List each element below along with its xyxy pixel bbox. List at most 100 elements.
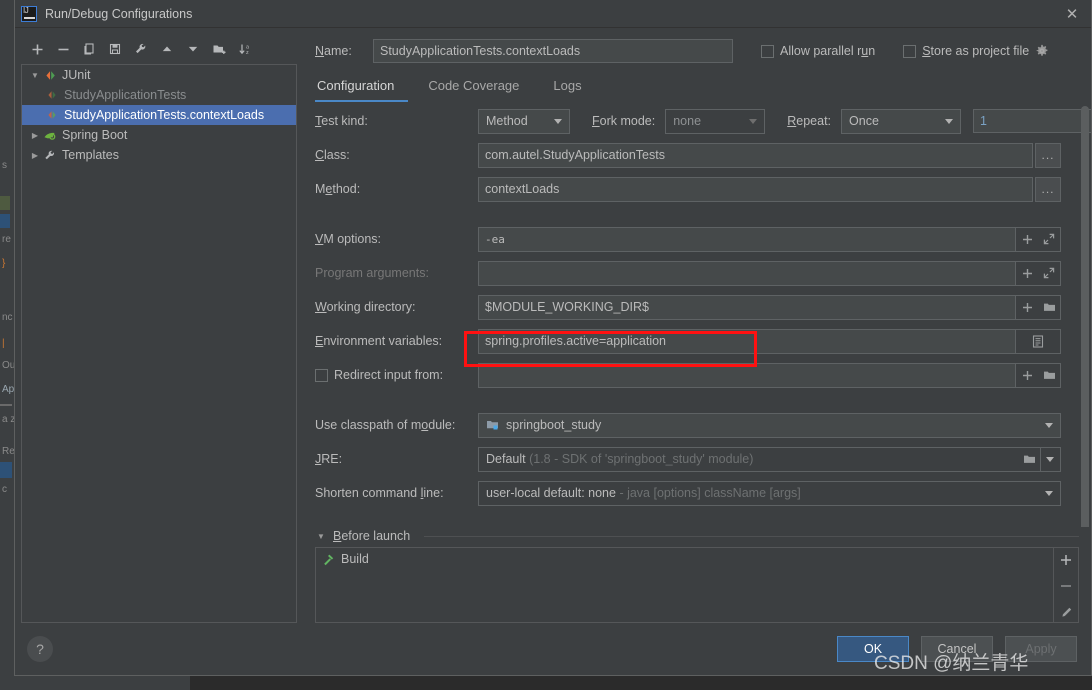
jre-value-hint: (1.8 - SDK of 'springboot_study' module): [529, 452, 754, 466]
edit-task-pencil-icon[interactable]: [1055, 602, 1077, 622]
before-launch-task-build[interactable]: Build: [316, 549, 1053, 569]
tree-node-junit[interactable]: ▼ JUnit: [22, 65, 296, 85]
form-scrollbar[interactable]: [1081, 106, 1089, 527]
redirect-input-actions: [1016, 362, 1061, 388]
expand-arrow-down-icon[interactable]: ▼: [28, 71, 42, 80]
remove-task-button[interactable]: [1055, 576, 1077, 596]
build-hammer-icon: [322, 553, 335, 566]
expand-arrow-down-icon[interactable]: ▼: [315, 532, 327, 541]
jre-label: JRE:: [315, 452, 343, 466]
jre-row: JRE: Default (1.8 - SDK of 'springboot_s…: [315, 446, 1061, 472]
before-launch-task-list[interactable]: Build: [315, 547, 1053, 623]
class-browse-button[interactable]: ...: [1035, 142, 1061, 168]
jre-dropdown[interactable]: Default (1.8 - SDK of 'springboot_study'…: [478, 446, 1061, 472]
junit-test-icon: [44, 89, 60, 101]
scrollbar-thumb[interactable]: [1081, 106, 1089, 527]
ide-edge-fragment: [0, 404, 12, 406]
list-edit-icon[interactable]: [1016, 330, 1060, 353]
gear-icon[interactable]: [1035, 44, 1049, 58]
svg-text:z: z: [246, 50, 249, 56]
shorten-command-line-value: user-local default: none: [486, 486, 616, 500]
chevron-down-icon: [940, 118, 958, 124]
expand-icon[interactable]: [1038, 228, 1060, 251]
edit-templates-wrench-icon[interactable]: [129, 38, 153, 60]
plus-icon[interactable]: [1016, 296, 1038, 319]
new-folder-button[interactable]: [207, 38, 231, 60]
use-classpath-of-module-dropdown[interactable]: springboot_study: [478, 412, 1061, 438]
shorten-command-line-value-wrap: user-local default: none - java [options…: [486, 486, 1040, 500]
folder-icon[interactable]: [1038, 364, 1060, 387]
vm-options-label: VM options:: [315, 232, 382, 246]
chevron-down-icon[interactable]: [1040, 447, 1058, 471]
name-input[interactable]: StudyApplicationTests.contextLoads: [373, 39, 733, 63]
tab-code-coverage[interactable]: Code Coverage: [426, 78, 533, 102]
tree-node-study-application-tests-context-loads[interactable]: StudyApplicationTests.contextLoads: [22, 105, 296, 125]
tree-node-spring-boot[interactable]: ▶ Spring Boot: [22, 125, 296, 145]
redirect-input-checkbox[interactable]: Redirect input from:: [315, 368, 478, 382]
repeat-count-input[interactable]: 1: [973, 109, 1091, 133]
program-arguments-input[interactable]: [478, 260, 1016, 286]
method-input[interactable]: contextLoads: [478, 176, 1033, 202]
remove-configuration-button[interactable]: [51, 38, 75, 60]
working-directory-input[interactable]: $MODULE_WORKING_DIR$: [478, 294, 1016, 320]
program-arguments-label: Program arguments:: [315, 266, 429, 280]
before-launch-side-buttons: [1053, 547, 1079, 623]
checkbox-box: [761, 44, 774, 58]
configuration-form: Test kind: Method Fork mode: none Repeat…: [315, 102, 1091, 527]
redirect-input-row: Redirect input from:: [315, 362, 1061, 388]
shorten-command-line-label: Shorten command line:: [315, 486, 444, 500]
folder-icon[interactable]: [1038, 296, 1060, 319]
plus-icon[interactable]: [1016, 228, 1038, 251]
cancel-button[interactable]: Cancel: [921, 636, 993, 662]
close-icon[interactable]: ✕: [1061, 3, 1083, 25]
plus-icon[interactable]: [1016, 364, 1038, 387]
store-as-project-file-checkbox[interactable]: Store as project file: [903, 44, 1029, 58]
junit-test-icon: [44, 109, 60, 121]
help-button[interactable]: ?: [27, 636, 53, 662]
tab-logs[interactable]: Logs: [551, 78, 595, 102]
environment-variables-input[interactable]: spring.profiles.active=application: [478, 328, 1016, 354]
folder-icon[interactable]: [1018, 448, 1040, 471]
tree-node-label: StudyApplicationTests: [64, 88, 187, 102]
move-up-button[interactable]: [155, 38, 179, 60]
tree-node-templates[interactable]: ▶ Templates: [22, 145, 296, 165]
repeat-label: Repeat:: [787, 114, 832, 128]
shorten-command-line-row: Shorten command line: user-local default…: [315, 480, 1061, 506]
tab-configuration[interactable]: Configuration: [315, 78, 409, 102]
shorten-command-line-dropdown[interactable]: user-local default: none - java [options…: [478, 480, 1061, 506]
plus-icon[interactable]: [1016, 262, 1038, 285]
tree-node-study-application-tests[interactable]: StudyApplicationTests: [22, 85, 296, 105]
redirect-input-field[interactable]: [478, 362, 1016, 388]
fork-mode-dropdown[interactable]: none: [665, 108, 766, 134]
allow-parallel-run-checkbox[interactable]: Allow parallel run: [761, 44, 875, 58]
dialog-titlebar: Run/Debug Configurations ✕: [15, 0, 1091, 28]
checkbox-box: [903, 44, 917, 58]
method-browse-button[interactable]: ...: [1035, 176, 1061, 202]
ok-button[interactable]: OK: [837, 636, 909, 662]
ide-edge-text: Ou: [2, 360, 14, 371]
test-kind-dropdown[interactable]: Method: [478, 108, 570, 134]
vm-options-input[interactable]: -ea: [478, 226, 1016, 252]
save-configuration-button[interactable]: [103, 38, 127, 60]
expand-arrow-right-icon[interactable]: ▶: [28, 131, 42, 140]
ide-edge-fragment: [0, 462, 12, 478]
add-configuration-button[interactable]: [25, 38, 49, 60]
jre-value: Default: [486, 452, 526, 466]
expand-arrow-right-icon[interactable]: ▶: [28, 151, 42, 160]
expand-icon[interactable]: [1038, 262, 1060, 285]
class-input[interactable]: com.autel.StudyApplicationTests: [478, 142, 1033, 168]
test-kind-label: Test kind:: [315, 114, 368, 128]
copy-configuration-button[interactable]: [77, 38, 101, 60]
move-down-button[interactable]: [181, 38, 205, 60]
class-label: Class:: [315, 148, 350, 162]
add-task-button[interactable]: [1055, 550, 1077, 570]
configurations-tree[interactable]: ▼ JUnit StudyApplicationTests StudyAppli…: [21, 64, 297, 623]
before-launch-header[interactable]: ▼ Before launch: [315, 529, 1079, 543]
repeat-dropdown[interactable]: Once: [841, 108, 962, 134]
sort-alpha-icon[interactable]: az: [233, 38, 257, 60]
name-label: Name:: [315, 44, 352, 58]
intellij-idea-logo-icon: [21, 5, 37, 22]
allow-parallel-run-label: Allow parallel run: [780, 44, 876, 58]
before-launch-task-label: Build: [341, 552, 369, 566]
shorten-command-line-hint: - java [options] className [args]: [619, 486, 801, 500]
